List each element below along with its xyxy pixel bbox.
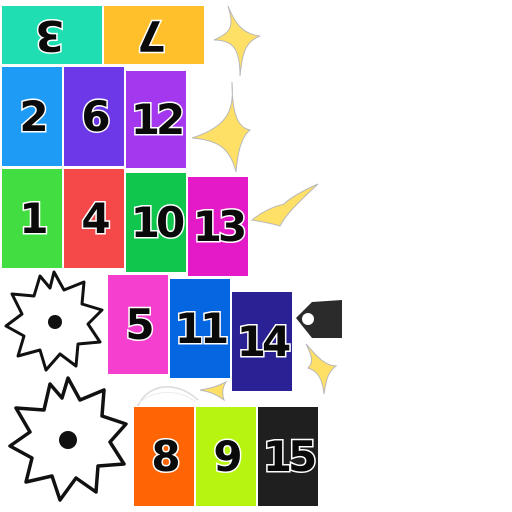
knife-blade-icon: [292, 298, 344, 340]
saw-blade-icon: [4, 374, 132, 506]
tile-11-label: 11: [173, 303, 231, 353]
tile-12: 12: [126, 71, 187, 168]
spark-icon: [250, 182, 320, 228]
sprite-sheet: 3 7 2 6 12 1 4 10 13 5 11 14 8 9 15: [0, 0, 512, 512]
tile-15-label: 15: [261, 431, 319, 481]
slash-arc-icon: [134, 378, 200, 408]
tile-11: 11: [170, 279, 231, 378]
tile-2-label: 2: [18, 91, 50, 141]
spark-icon: [208, 2, 264, 78]
tile-1-label: 1: [18, 193, 50, 243]
tile-7: 7: [104, 6, 204, 64]
tile-5: 5: [108, 275, 168, 374]
tile-4-label: 4: [80, 193, 112, 243]
tile-2: 2: [2, 67, 62, 166]
tile-14-label: 14: [235, 316, 293, 366]
tile-6-label: 6: [80, 91, 112, 141]
tile-10: 10: [126, 173, 187, 272]
tile-13-label: 13: [191, 201, 249, 251]
tile-8: 8: [134, 407, 194, 506]
tile-12-label: 12: [129, 94, 187, 144]
tile-4: 4: [64, 169, 124, 268]
tile-1: 1: [2, 169, 62, 268]
tile-14: 14: [232, 292, 293, 391]
spark-icon: [196, 380, 234, 402]
tile-7-label: 7: [140, 10, 168, 62]
spark-icon: [298, 340, 338, 396]
spark-icon: [188, 78, 252, 174]
tile-10-label: 10: [129, 197, 187, 247]
tile-6: 6: [64, 67, 124, 166]
tile-3-label: 3: [38, 10, 66, 62]
tile-9: 9: [196, 407, 256, 506]
saw-blade-icon: [2, 268, 106, 374]
tile-8-label: 8: [150, 431, 182, 481]
tile-3: 3: [2, 6, 102, 64]
tile-9-label: 9: [212, 431, 244, 481]
tile-13: 13: [188, 177, 249, 276]
tile-15: 15: [258, 407, 319, 506]
tile-5-label: 5: [124, 299, 156, 349]
